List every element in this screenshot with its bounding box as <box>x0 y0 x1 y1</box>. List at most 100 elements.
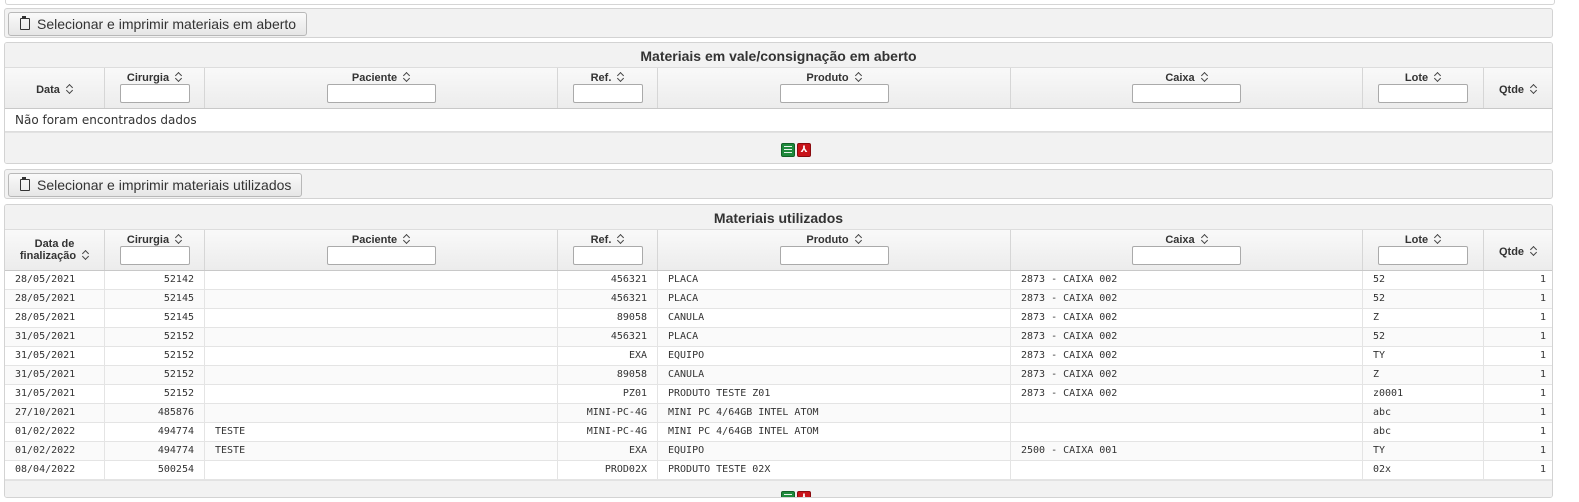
table-row[interactable]: 08/04/2022 500254 PROD02X PRODUTO TESTE 02X… <box>5 461 1552 480</box>
filter-caixa-input[interactable] <box>1132 84 1241 103</box>
table-row[interactable]: 28/05/2021 52145 456321 PLACA 2873 - CAIXA 0… <box>5 290 1552 309</box>
sort-icon[interactable] <box>1201 72 1208 82</box>
sort-icon[interactable] <box>403 72 410 82</box>
cell-qtde: 1 <box>1539 445 1546 456</box>
table-row[interactable]: 31/05/2021 52152 PZ01 PRODUTO TESTE Z01 2873… <box>5 385 1552 404</box>
open-materials-panel: Materiais em vale/consignação em aberto … <box>4 42 1553 164</box>
excel-icon[interactable] <box>781 491 795 497</box>
cell-produto: PRODUTO TESTE 02X <box>658 461 1011 479</box>
sort-icon[interactable] <box>1530 246 1537 256</box>
sort-icon[interactable] <box>66 84 73 94</box>
cell-data: 31/05/2021 <box>5 366 105 384</box>
sort-icon[interactable] <box>82 250 89 260</box>
sort-icon[interactable] <box>1530 84 1537 94</box>
filter-ref-input[interactable] <box>573 246 643 265</box>
sort-icon[interactable] <box>1434 72 1441 82</box>
table-row[interactable]: 01/02/2022 494774 TESTE EXA EQUIPO 2500 - CAI… <box>5 442 1552 461</box>
filter-cirurgia-input[interactable] <box>120 84 190 103</box>
sort-icon[interactable] <box>855 234 862 244</box>
table-row[interactable]: 28/05/2021 52142 456321 PLACA 2873 - CAIXA 0… <box>5 271 1552 290</box>
cell-qtde: 1 <box>1539 331 1546 342</box>
cell-lote: z0001 <box>1363 385 1484 403</box>
col-lote[interactable]: Lote <box>1363 68 1484 108</box>
pdf-icon[interactable]: ⅄ <box>797 491 811 497</box>
clipboard-icon <box>20 177 30 191</box>
cell-ref: EXA <box>558 347 658 365</box>
col-ref[interactable]: Ref. <box>558 68 658 108</box>
sort-icon[interactable] <box>175 72 182 82</box>
cell-data: 01/02/2022 <box>5 423 105 441</box>
col-ref[interactable]: Ref. <box>558 230 658 270</box>
table-row[interactable]: 31/05/2021 52152 89058 CANULA 2873 - CAIXA 0… <box>5 366 1552 385</box>
cell-lote: 52 <box>1363 328 1484 346</box>
cell-qtde: 1 <box>1539 426 1546 437</box>
cell-produto: CANULA <box>658 366 1011 384</box>
cell-cirurgia: 52142 <box>105 271 205 289</box>
table-row[interactable]: 31/05/2021 52152 456321 PLACA 2873 - CAIXA 0… <box>5 328 1552 347</box>
cell-caixa: 2873 - CAIXA 002 <box>1011 271 1363 289</box>
used-materials-footer: ⅄ <box>5 480 1552 497</box>
filter-lote-input[interactable] <box>1378 84 1468 103</box>
col-cirurgia[interactable]: Cirurgia <box>105 68 205 108</box>
filter-ref-input[interactable] <box>573 84 643 103</box>
filter-paciente-input[interactable] <box>327 84 436 103</box>
col-qtde[interactable]: Qtde <box>1484 230 1552 270</box>
col-produto[interactable]: Produto <box>658 230 1011 270</box>
print-used-materials-button[interactable]: Selecionar e imprimir materiais utilizad… <box>8 173 303 197</box>
cell-paciente <box>205 271 558 289</box>
table-row[interactable]: 28/05/2021 52145 89058 CANULA 2873 - CAIXA 0… <box>5 309 1552 328</box>
col-paciente[interactable]: Paciente <box>205 230 558 270</box>
cell-data: 28/05/2021 <box>5 309 105 327</box>
cell-caixa: 2873 - CAIXA 002 <box>1011 385 1363 403</box>
sort-icon[interactable] <box>403 234 410 244</box>
used-materials-header: Data de finalização Cirurgia Paciente Re… <box>5 229 1552 271</box>
sort-icon[interactable] <box>617 234 624 244</box>
col-lote[interactable]: Lote <box>1363 230 1484 270</box>
cell-qtde: 1 <box>1539 464 1546 475</box>
table-row[interactable]: 31/05/2021 52152 EXA EQUIPO 2873 - CAIXA 002… <box>5 347 1552 366</box>
filter-lote-input[interactable] <box>1378 246 1468 265</box>
cell-produto: CANULA <box>658 309 1011 327</box>
col-data[interactable]: Data <box>5 68 105 108</box>
cell-qtde: 1 <box>1539 369 1546 380</box>
col-data-finalizacao[interactable]: Data de finalização <box>5 230 105 270</box>
cell-cirurgia: 494774 <box>105 423 205 441</box>
col-produto[interactable]: Produto <box>658 68 1011 108</box>
col-caixa[interactable]: Caixa <box>1011 68 1363 108</box>
pdf-icon[interactable]: ⅄ <box>797 143 811 157</box>
cell-produto: EQUIPO <box>658 442 1011 460</box>
col-lote-label: Lote <box>1404 234 1429 246</box>
cell-ref: 456321 <box>558 328 658 346</box>
print-open-materials-button[interactable]: Selecionar e imprimir materiais em abert… <box>8 12 308 36</box>
cell-data: 27/10/2021 <box>5 404 105 422</box>
open-materials-header: Data Cirurgia Paciente Ref. Produto Caix… <box>5 67 1552 109</box>
col-cirurgia-label: Cirurgia <box>126 72 170 84</box>
filter-produto-input[interactable] <box>780 84 889 103</box>
cell-qtde: 1 <box>1539 350 1546 361</box>
excel-icon[interactable] <box>781 143 795 157</box>
table-row[interactable]: 01/02/2022 494774 TESTE MINI-PC-4G MINI PC 4… <box>5 423 1552 442</box>
sort-icon[interactable] <box>1201 234 1208 244</box>
filter-produto-input[interactable] <box>780 246 889 265</box>
sort-icon[interactable] <box>617 72 624 82</box>
col-cirurgia[interactable]: Cirurgia <box>105 230 205 270</box>
table-row[interactable]: 27/10/2021 485876 MINI-PC-4G MINI PC 4/64GB… <box>5 404 1552 423</box>
col-qtde[interactable]: Qtde <box>1484 68 1552 108</box>
sort-icon[interactable] <box>855 72 862 82</box>
col-paciente-label: Paciente <box>351 234 398 246</box>
used-materials-body: 28/05/2021 52142 456321 PLACA 2873 - CAIXA 0… <box>5 271 1552 480</box>
cell-caixa: 2873 - CAIXA 002 <box>1011 366 1363 384</box>
col-cirurgia-label: Cirurgia <box>126 234 170 246</box>
sort-icon[interactable] <box>175 234 182 244</box>
cell-produto: EQUIPO <box>658 347 1011 365</box>
col-qtde-label: Qtde <box>1498 84 1525 96</box>
clipboard-icon <box>20 16 30 30</box>
filter-cirurgia-input[interactable] <box>120 246 190 265</box>
col-caixa[interactable]: Caixa <box>1011 230 1363 270</box>
sort-icon[interactable] <box>1434 234 1441 244</box>
used-materials-panel: Materiais utilizados Data de finalização… <box>4 204 1553 498</box>
cell-data: 31/05/2021 <box>5 347 105 365</box>
col-paciente[interactable]: Paciente <box>205 68 558 108</box>
filter-paciente-input[interactable] <box>327 246 436 265</box>
filter-caixa-input[interactable] <box>1132 246 1241 265</box>
